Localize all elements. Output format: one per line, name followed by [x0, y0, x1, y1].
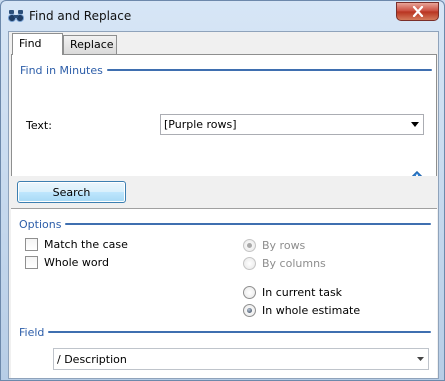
in-current-task-radio[interactable]: In current task [243, 286, 342, 299]
radio-circle[interactable] [243, 239, 256, 252]
text-label: Text: [26, 119, 52, 132]
close-icon [412, 6, 423, 17]
find-replace-window: Find and Replace Find Replace Find in Mi… [0, 0, 445, 381]
find-in-minutes-header: Find in Minutes [20, 63, 432, 77]
find-text-combobox[interactable]: [Purple rows] [160, 114, 424, 135]
search-bar: Search [11, 176, 437, 207]
options-header: Options [19, 217, 431, 231]
binoculars-icon [8, 10, 24, 23]
match-case-label: Match the case [44, 238, 128, 251]
checkbox-box[interactable] [25, 256, 38, 269]
whole-word-label: Whole word [44, 256, 109, 269]
field-dropdown[interactable]: / Description [53, 348, 429, 370]
whole-word-checkbox[interactable]: Whole word [25, 256, 109, 269]
checkbox-box[interactable] [25, 238, 38, 251]
window-title: Find and Replace [29, 9, 132, 23]
in-whole-estimate-radio[interactable]: In whole estimate [243, 304, 360, 317]
by-columns-radio[interactable]: By columns [243, 257, 326, 270]
radio-circle[interactable] [243, 257, 256, 270]
chevron-down-icon[interactable] [407, 122, 423, 127]
radio-circle[interactable] [243, 304, 256, 317]
options-panel: Options Match the case Whole word By row… [11, 210, 437, 378]
by-columns-label: By columns [262, 257, 326, 270]
radio-circle[interactable] [243, 286, 256, 299]
dialog-body: Find Replace Find in Minutes Text: [Purp… [8, 31, 439, 379]
in-whole-estimate-label: In whole estimate [262, 304, 361, 317]
header-rule [65, 223, 431, 225]
in-current-task-label: In current task [262, 286, 343, 299]
match-case-checkbox[interactable]: Match the case [25, 238, 128, 251]
chevron-down-icon[interactable] [412, 357, 428, 361]
by-rows-label: By rows [262, 239, 306, 252]
header-rule [48, 331, 431, 333]
by-rows-radio[interactable]: By rows [243, 239, 305, 252]
field-header: Field [19, 325, 431, 339]
search-button[interactable]: Search [17, 181, 126, 203]
tab-replace[interactable]: Replace [63, 35, 117, 54]
find-section-title: Find in Minutes [20, 63, 103, 77]
find-text-value: [Purple rows] [164, 118, 237, 131]
options-section-title: Options [19, 217, 62, 231]
header-rule [106, 69, 432, 71]
tab-find[interactable]: Find [12, 33, 63, 55]
title-bar[interactable]: Find and Replace [1, 1, 444, 31]
close-button[interactable] [396, 2, 439, 21]
field-section-title: Field [19, 325, 45, 339]
field-value: / Description [57, 352, 127, 366]
